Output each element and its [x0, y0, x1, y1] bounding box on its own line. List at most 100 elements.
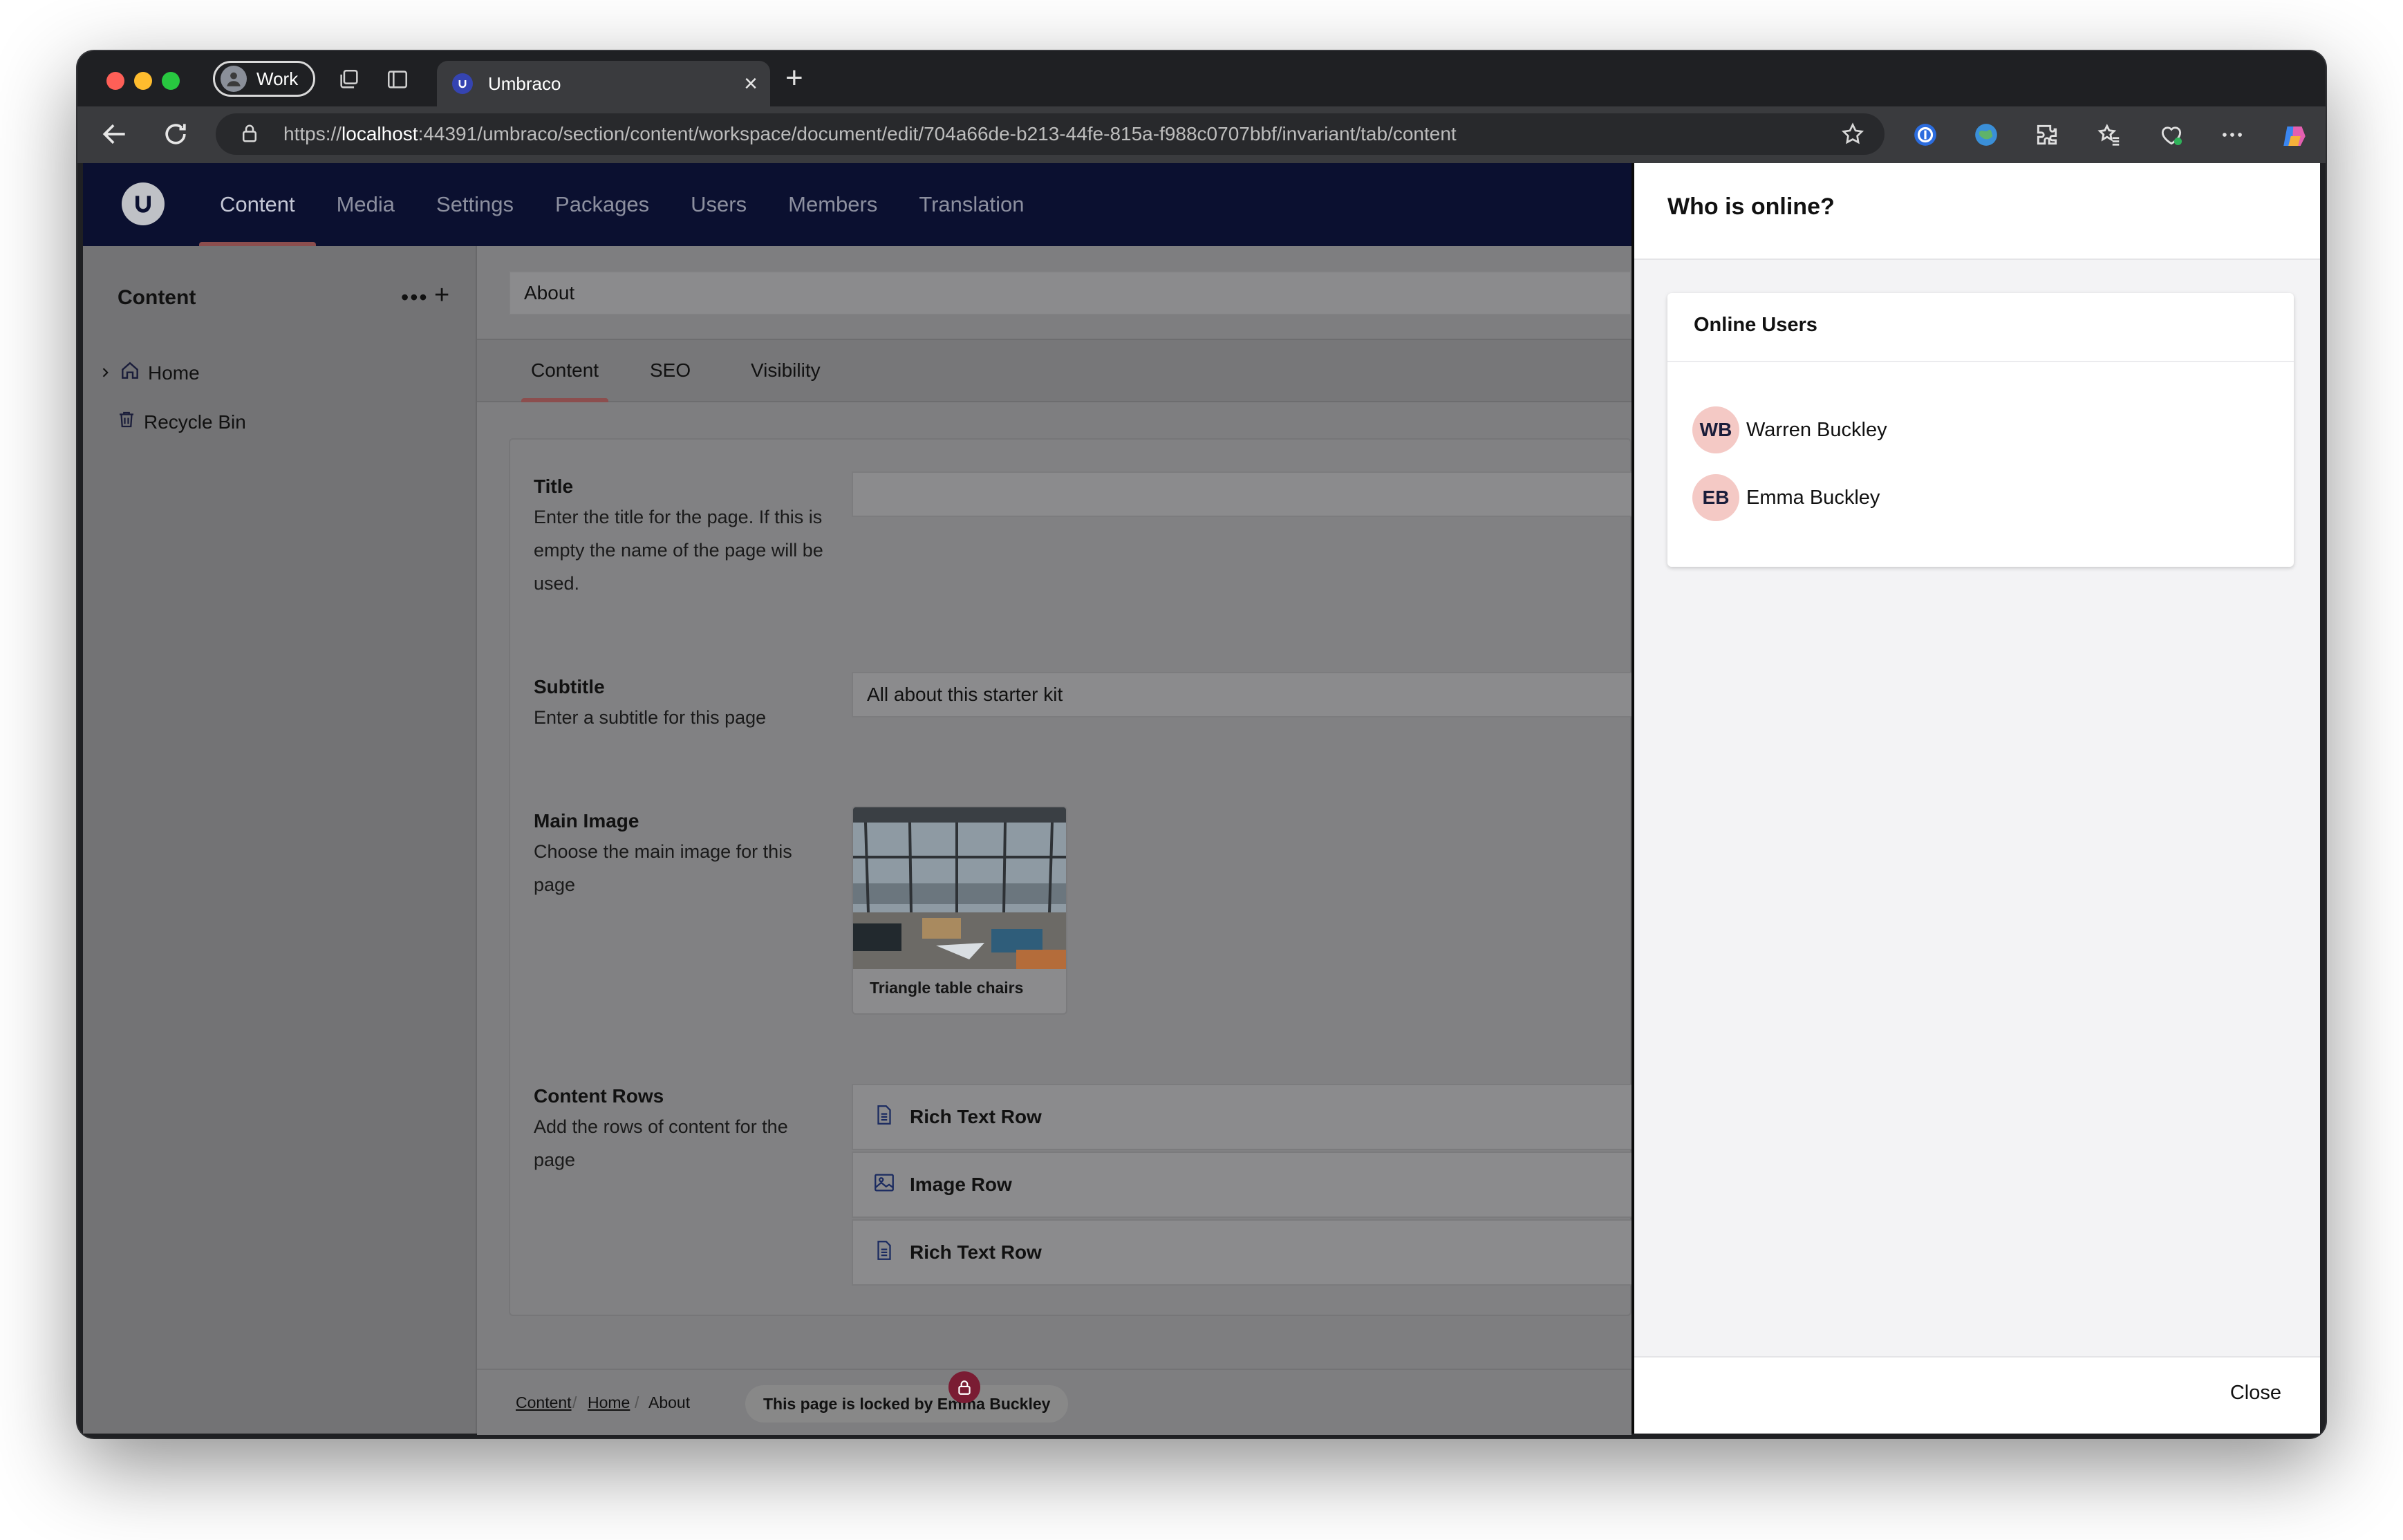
maximize-window-button[interactable]	[162, 72, 180, 90]
user-name: Warren Buckley	[1746, 418, 1887, 441]
close-window-button[interactable]	[106, 72, 124, 90]
close-button[interactable]: Close	[2226, 1381, 2285, 1405]
tab-content[interactable]: Content	[521, 340, 609, 402]
reload-icon[interactable]	[160, 119, 191, 149]
subtitle-input[interactable]: All about this starter kit	[852, 672, 1633, 717]
title-description: Enter the title for the page. If this is…	[534, 507, 823, 594]
main-image-label: Main Image	[534, 810, 639, 832]
picture-icon	[872, 1171, 896, 1199]
document-icon	[872, 1103, 896, 1131]
umbraco-favicon-icon	[452, 73, 473, 94]
block-rich-text-row[interactable]: Rich Text Row	[852, 1219, 1633, 1286]
tab-seo[interactable]: SEO	[650, 340, 691, 401]
document-tabs: Content SEO Visibility	[477, 339, 1631, 402]
tab-umbraco[interactable]: Umbraco ×	[437, 61, 770, 106]
image-caption: Triangle table chairs	[870, 979, 1024, 997]
content-rows-description: Add the rows of content for the page	[534, 1116, 788, 1170]
title-label: Title	[534, 476, 574, 497]
minimize-window-button[interactable]	[134, 72, 152, 90]
lock-icon	[948, 1371, 980, 1403]
breadcrumb-separator: /	[635, 1393, 639, 1411]
main-image-description: Choose the main image for this page	[534, 841, 792, 895]
section-members[interactable]: Members	[767, 163, 898, 246]
block-label: Rich Text Row	[910, 1106, 1042, 1127]
trash-icon	[116, 409, 137, 435]
block-label: Image Row	[910, 1174, 1012, 1195]
new-tab-button[interactable]: +	[785, 61, 803, 95]
back-arrow-icon[interactable]	[100, 119, 130, 149]
browser-tab-bar: Work Umbraco × +	[77, 51, 2326, 106]
title-input[interactable]	[852, 471, 1633, 517]
content-tree-sidebar: Content ••• + Home Recycle Bin	[83, 246, 477, 1434]
workspaces-icon[interactable]	[337, 68, 361, 91]
favorite-star-icon[interactable]	[1840, 122, 1865, 147]
favorites-icon[interactable]	[2096, 122, 2122, 148]
tree-item-label: Home	[148, 361, 200, 384]
globe-extension-icon[interactable]	[1973, 122, 1999, 148]
breadcrumb-home[interactable]: Home	[588, 1393, 630, 1412]
online-user-item[interactable]: EB Emma Buckley	[1692, 474, 1880, 521]
address-bar[interactable]: https://localhost:44391/umbraco/section/…	[216, 113, 1885, 155]
section-translation[interactable]: Translation	[898, 163, 1045, 246]
online-user-item[interactable]: WB Warren Buckley	[1692, 406, 1887, 453]
umbraco-logo-icon[interactable]	[122, 182, 165, 225]
backoffice-header: Content Media Settings Packages Users Me…	[83, 163, 1631, 246]
password-manager-icon[interactable]	[1912, 122, 1938, 148]
lock-status-badge: This page is locked by Emma Buckley	[745, 1385, 1069, 1422]
copilot-icon[interactable]	[2280, 122, 2306, 148]
properties-panel: Title Enter the title for the page. If t…	[509, 438, 1633, 1316]
home-icon	[119, 359, 141, 386]
url-path: :44391/umbraco/section/content/workspace…	[418, 123, 1457, 144]
main-image-card[interactable]: Triangle table chairs	[852, 806, 1067, 1015]
workspace-footer: Content / Home / About This page is lock…	[477, 1369, 1631, 1435]
avatar: WB	[1692, 406, 1739, 453]
document-workspace: About Content SEO Visibility Title Enter…	[477, 246, 1633, 1435]
dialog-title: Who is online?	[1667, 194, 1835, 220]
sidebar-more-button[interactable]: •••	[401, 285, 429, 310]
profile-button[interactable]: Work	[213, 61, 316, 97]
tab-actions-icon[interactable]	[386, 68, 409, 91]
umbraco-backoffice: Content Media Settings Packages Users Me…	[83, 163, 2320, 1435]
profile-avatar-icon	[221, 66, 247, 92]
section-media[interactable]: Media	[316, 163, 415, 246]
online-users-card: Online Users WB Warren Buckley EB Emma B…	[1667, 293, 2294, 567]
close-tab-icon[interactable]: ×	[744, 71, 758, 97]
document-icon	[872, 1239, 896, 1267]
card-title: Online Users	[1694, 314, 1817, 336]
more-menu-icon[interactable]	[2219, 122, 2245, 148]
who-is-online-dialog: Who is online? Online Users WB Warren Bu…	[1631, 163, 2320, 1434]
section-nav: Content Media Settings Packages Users Me…	[199, 163, 1045, 246]
browser-essentials-icon[interactable]	[2158, 122, 2185, 148]
url-scheme: https://	[283, 123, 342, 144]
profile-label: Work	[256, 68, 299, 89]
lock-icon[interactable]	[239, 123, 260, 144]
breadcrumb-current: About	[648, 1393, 691, 1411]
url-host: localhost	[342, 123, 418, 144]
section-users[interactable]: Users	[670, 163, 767, 246]
breadcrumb-content[interactable]: Content	[516, 1393, 572, 1412]
card-divider	[1667, 361, 2294, 362]
block-label: Rich Text Row	[910, 1241, 1042, 1263]
dialog-footer: Close	[1634, 1356, 2320, 1434]
block-image-row[interactable]: Image Row	[852, 1152, 1633, 1218]
tab-visibility[interactable]: Visibility	[751, 340, 821, 401]
tree-item-recycle-bin[interactable]: Recycle Bin	[116, 409, 246, 435]
user-name: Emma Buckley	[1746, 486, 1880, 509]
tree-item-label: Recycle Bin	[144, 411, 246, 433]
image-thumbnail	[853, 807, 1066, 969]
avatar: EB	[1692, 474, 1739, 521]
breadcrumb-separator: /	[572, 1393, 577, 1411]
block-rich-text-row[interactable]: Rich Text Row	[852, 1084, 1633, 1150]
chevron-right-icon[interactable]	[98, 362, 112, 384]
tree-item-home[interactable]: Home	[98, 359, 200, 386]
subtitle-description: Enter a subtitle for this page	[534, 707, 767, 728]
extensions-puzzle-icon[interactable]	[2034, 122, 2060, 148]
browser-window: Work Umbraco × + https://localhost:4439…	[77, 51, 2326, 1438]
document-name-input[interactable]: About	[509, 271, 1631, 315]
section-packages[interactable]: Packages	[534, 163, 670, 246]
section-settings[interactable]: Settings	[415, 163, 534, 246]
section-content[interactable]: Content	[199, 163, 316, 246]
browser-nav-bar: https://localhost:44391/umbraco/section/…	[77, 106, 2326, 163]
content-rows-label: Content Rows	[534, 1085, 664, 1107]
sidebar-add-button[interactable]: +	[434, 281, 449, 310]
